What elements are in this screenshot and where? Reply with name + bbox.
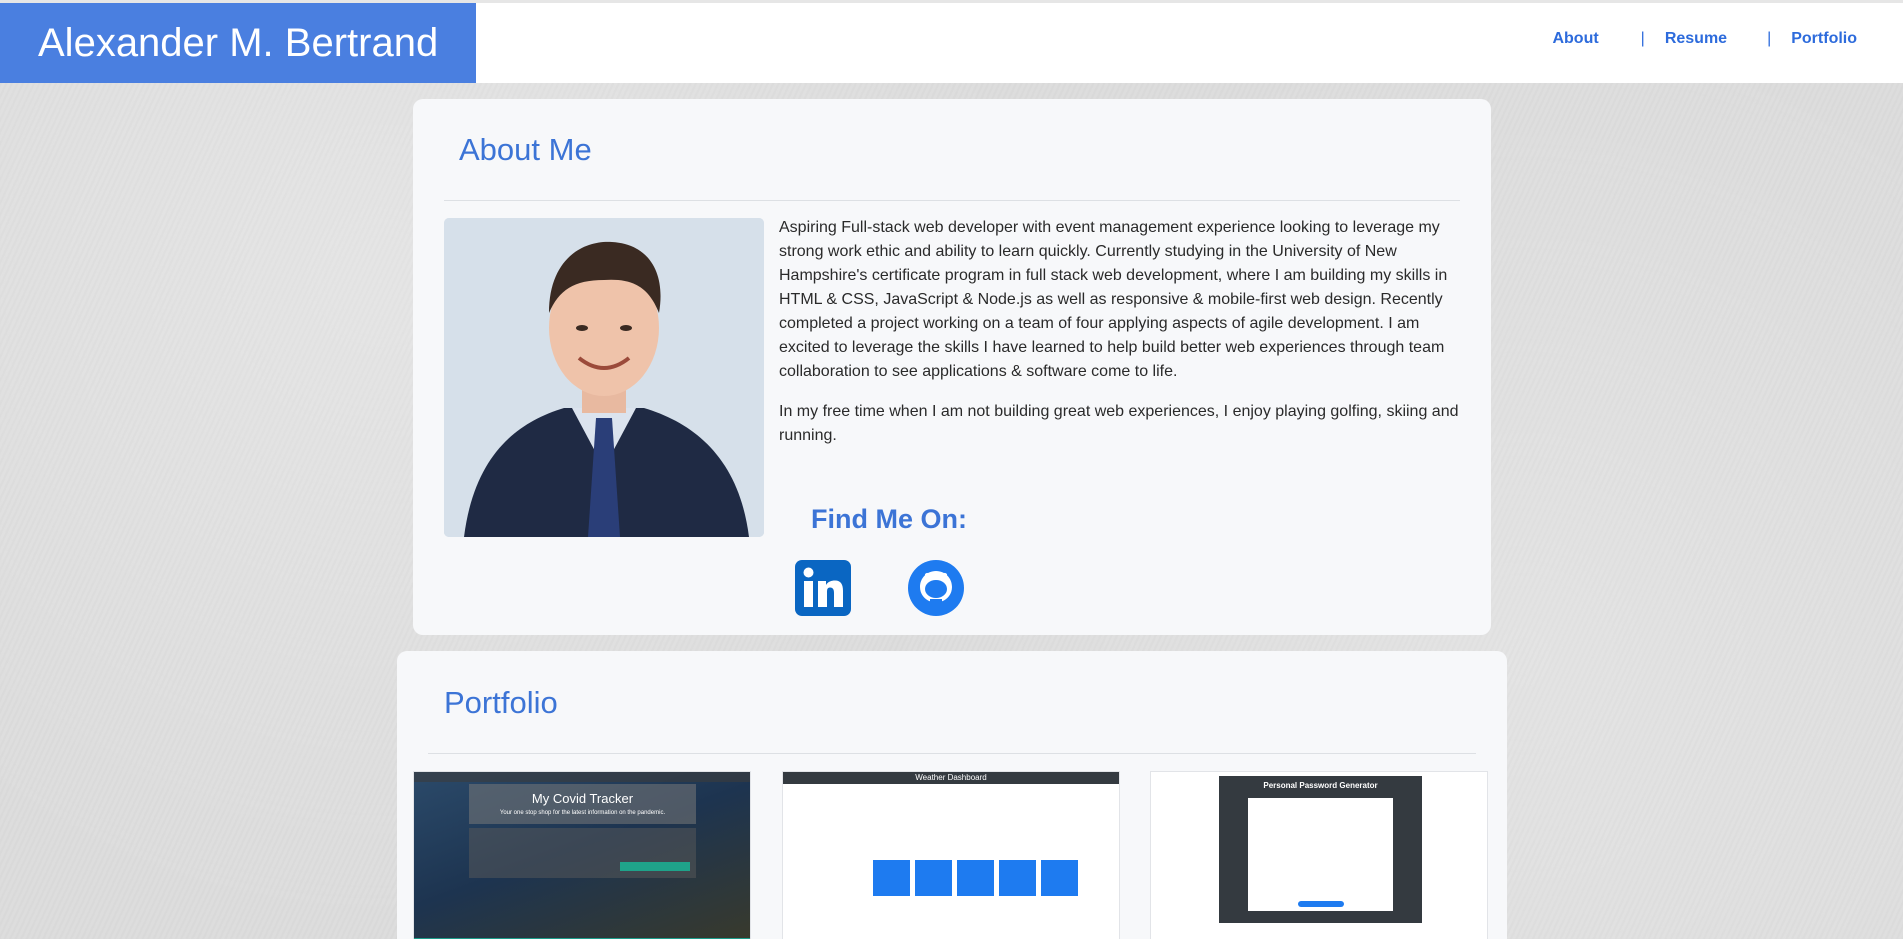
- profile-photo: [444, 218, 764, 537]
- about-bio: Aspiring Full-stack web developer with e…: [779, 216, 1469, 448]
- forecast-card: [957, 860, 994, 896]
- thumbnail-title: Personal Password Generator: [1263, 781, 1378, 790]
- find-me-title: Find Me On:: [811, 504, 967, 534]
- nav-separator: |: [1767, 30, 1772, 47]
- nav-resume-link[interactable]: Resume: [1665, 30, 1727, 48]
- thumbnail-title-box: My Covid Tracker Your one stop shop for …: [469, 784, 696, 824]
- thumbnail-title: Weather Dashboard: [783, 772, 1119, 784]
- github-link[interactable]: [907, 559, 965, 617]
- project-thumbnail-covid-tracker[interactable]: My Covid Tracker Your one stop shop for …: [413, 771, 751, 939]
- project-thumbnail-weather-dashboard[interactable]: Weather Dashboard: [782, 771, 1120, 939]
- forecast-card: [1041, 860, 1078, 896]
- nav-about-link[interactable]: About: [1552, 30, 1598, 48]
- site-brand[interactable]: Alexander M. Bertrand: [0, 3, 476, 83]
- project-thumbnail-password-generator[interactable]: Personal Password Generator: [1150, 771, 1488, 939]
- portfolio-section: Portfolio My Covid Tracker Your one stop…: [397, 651, 1507, 939]
- nav-separator: |: [1640, 30, 1645, 47]
- nav-portfolio-link[interactable]: Portfolio: [1791, 30, 1857, 48]
- thumbnail-inner: [1248, 798, 1393, 911]
- main-nav: About | Resume | Portfolio: [1552, 3, 1857, 75]
- site-header: Alexander M. Bertrand About | Resume | P…: [0, 3, 1903, 83]
- thumbnail-title: My Covid Tracker: [531, 791, 634, 806]
- bio-paragraph: Aspiring Full-stack web developer with e…: [779, 219, 1448, 380]
- thumbnail-panel: Personal Password Generator: [1219, 776, 1422, 923]
- linkedin-link[interactable]: [794, 559, 852, 617]
- forecast-card: [999, 860, 1036, 896]
- thumbnail-button: [620, 862, 690, 871]
- thumbnail-subtitle: Your one stop shop for the latest inform…: [499, 810, 666, 816]
- forecast-card: [873, 860, 910, 896]
- forecast-card: [915, 860, 952, 896]
- portfolio-divider: [428, 753, 1476, 754]
- thumbnail-navbar: [414, 772, 750, 782]
- about-section: About Me Aspiring Full-stack web develop…: [413, 99, 1491, 635]
- github-icon: [908, 560, 964, 616]
- portfolio-title: Portfolio: [444, 685, 558, 720]
- bio-paragraph: In my free time when I am not building g…: [779, 403, 1459, 444]
- thumbnail-button: [1298, 901, 1344, 907]
- about-divider: [444, 200, 1460, 201]
- linkedin-icon: [795, 560, 851, 616]
- about-title: About Me: [459, 132, 592, 167]
